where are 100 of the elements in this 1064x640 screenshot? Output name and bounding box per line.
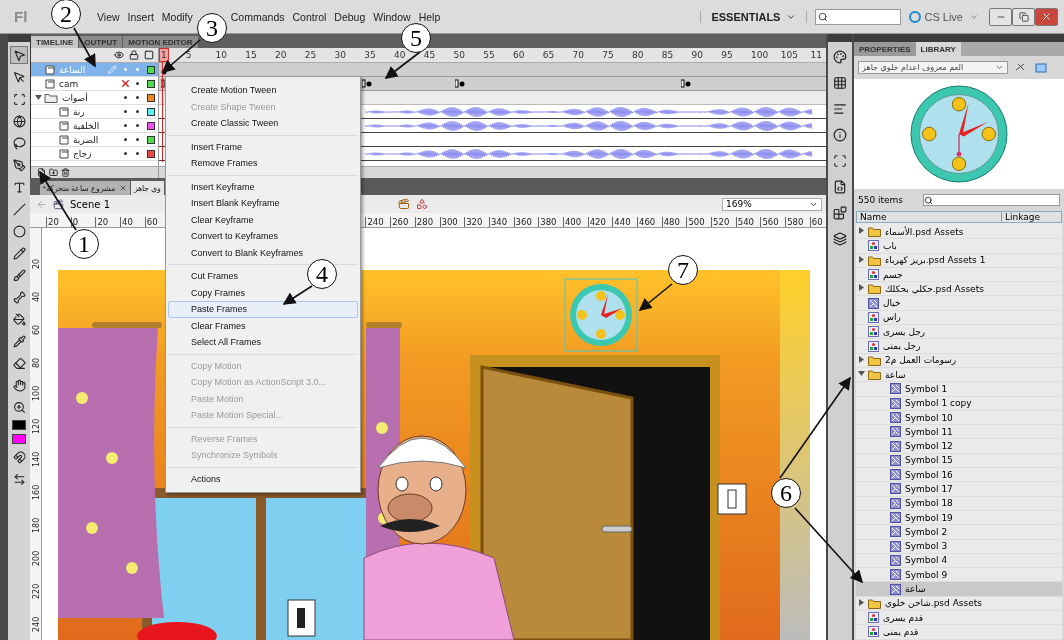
edit-symbols-icon[interactable] bbox=[416, 198, 428, 210]
library-item[interactable]: Symbol 17 bbox=[856, 482, 1062, 497]
menu-item[interactable]: Control bbox=[289, 9, 330, 24]
library-search-field[interactable] bbox=[923, 194, 1060, 206]
library-item[interactable]: شاحن خلوي.psd Assets bbox=[856, 596, 1062, 611]
transform-icon[interactable] bbox=[831, 152, 849, 170]
layers-icon[interactable] bbox=[831, 230, 849, 248]
library-item[interactable]: Symbol 19 bbox=[856, 510, 1062, 526]
hand-tool-icon[interactable] bbox=[10, 376, 28, 394]
panel-tab[interactable]: TIMELINE bbox=[31, 36, 79, 48]
library-item[interactable]: حكلي بحكلك.psd Assets bbox=[856, 282, 1062, 297]
library-item[interactable]: Symbol 18 bbox=[856, 496, 1062, 511]
library-item[interactable]: خيال bbox=[856, 296, 1062, 311]
menu-item[interactable]: Commands bbox=[227, 9, 288, 24]
library-item[interactable]: Symbol 1 bbox=[856, 382, 1062, 397]
context-menu-item[interactable]: Cut Frames bbox=[168, 268, 247, 285]
library-item[interactable]: ساعة bbox=[856, 582, 1062, 597]
layer-color-swatch[interactable] bbox=[147, 93, 155, 102]
help-search-field[interactable] bbox=[815, 8, 902, 25]
layer-color-swatch[interactable] bbox=[147, 79, 155, 88]
paint-bucket-icon[interactable] bbox=[10, 310, 28, 328]
info-icon[interactable] bbox=[831, 126, 849, 144]
new-folder-icon[interactable] bbox=[49, 168, 58, 177]
3d-rotation-icon[interactable] bbox=[10, 112, 28, 130]
column-header[interactable]: Linkage bbox=[1001, 212, 1061, 222]
brush-tool-icon[interactable] bbox=[10, 266, 28, 284]
library-item[interactable]: ساعة bbox=[856, 367, 1062, 383]
library-item[interactable]: راس bbox=[856, 310, 1062, 326]
layer-color-swatch[interactable] bbox=[147, 107, 155, 116]
cs-live-button[interactable]: CS Live bbox=[909, 10, 963, 23]
panel-tab[interactable]: LIBRARY bbox=[915, 42, 961, 56]
context-menu-item[interactable]: Insert Keyframe bbox=[168, 178, 264, 195]
lock-icon[interactable] bbox=[129, 50, 139, 60]
hidden-cross-icon[interactable] bbox=[119, 78, 131, 89]
pen-tool-icon[interactable] bbox=[10, 156, 28, 174]
lasso-icon[interactable] bbox=[10, 134, 28, 152]
layer-row[interactable]: رنة bbox=[31, 105, 158, 119]
context-menu-item[interactable]: Paste Frames bbox=[168, 301, 358, 318]
new-layer-icon[interactable] bbox=[37, 168, 46, 177]
library-item[interactable]: رسومات العمل م2 bbox=[856, 353, 1062, 368]
layer-row[interactable]: الخلفية bbox=[31, 119, 158, 133]
expand-triangle-icon[interactable] bbox=[858, 370, 865, 378]
layer-color-swatch[interactable] bbox=[147, 65, 155, 74]
selection-tool-icon[interactable] bbox=[10, 46, 28, 64]
magnet-icon[interactable] bbox=[10, 448, 28, 466]
menu-item[interactable]: Modify bbox=[158, 9, 196, 24]
library-item[interactable]: باب bbox=[856, 239, 1062, 254]
components-icon[interactable] bbox=[831, 204, 849, 222]
eye-icon[interactable] bbox=[114, 50, 124, 60]
library-item[interactable]: Symbol 2 bbox=[856, 525, 1062, 540]
library-item[interactable]: قدم يسرى bbox=[856, 611, 1062, 626]
library-item[interactable]: Symbol 1 copy bbox=[856, 396, 1062, 411]
palette-icon[interactable] bbox=[831, 48, 849, 66]
swatches-icon[interactable] bbox=[831, 74, 849, 92]
context-menu-item[interactable]: Copy Frames bbox=[168, 284, 254, 301]
zoom-dropdown[interactable]: 169% bbox=[722, 197, 822, 211]
expand-triangle-icon[interactable] bbox=[858, 255, 865, 263]
pencil-tool-icon[interactable] bbox=[10, 244, 28, 262]
menu-item[interactable]: Help bbox=[415, 9, 444, 24]
library-item[interactable]: Symbol 11 bbox=[856, 425, 1062, 440]
layer-row[interactable]: الضربة bbox=[31, 133, 158, 147]
context-menu-item[interactable]: Actions bbox=[168, 470, 230, 487]
menu-item[interactable]: Window bbox=[370, 9, 414, 24]
menu-item[interactable]: Debug bbox=[331, 9, 369, 24]
library-item[interactable]: Symbol 12 bbox=[856, 439, 1062, 454]
context-menu-item[interactable]: Insert Frame bbox=[168, 138, 251, 155]
oval-tool-icon[interactable] bbox=[10, 222, 28, 240]
library-item[interactable]: Symbol 15 bbox=[856, 453, 1062, 469]
context-menu-item[interactable]: Insert Blank Keyframe bbox=[168, 195, 289, 212]
context-menu-item[interactable]: Convert to Keyframes bbox=[168, 228, 288, 245]
library-item[interactable]: Symbol 3 bbox=[856, 539, 1062, 554]
library-item[interactable]: Symbol 16 bbox=[856, 468, 1062, 483]
library-item[interactable]: رجل يمنى bbox=[856, 339, 1062, 354]
panel-tab[interactable]: MOTION EDITOR bbox=[123, 36, 198, 48]
close-button[interactable] bbox=[1035, 7, 1058, 26]
outline-icon[interactable] bbox=[144, 50, 154, 60]
edit-scene-icon[interactable] bbox=[398, 198, 410, 210]
minimize-button[interactable] bbox=[989, 7, 1012, 26]
library-item[interactable]: قدم يمنى bbox=[856, 625, 1062, 640]
color-swatch[interactable] bbox=[12, 434, 26, 444]
library-item[interactable]: بريز كهرباء.psd Assets 1 bbox=[856, 253, 1062, 268]
color-swatch[interactable] bbox=[12, 420, 26, 430]
context-menu-item[interactable]: Remove Frames bbox=[168, 155, 267, 172]
context-menu-item[interactable]: Create Motion Tween bbox=[168, 82, 286, 99]
layer-color-swatch[interactable] bbox=[147, 121, 155, 130]
panel-tab[interactable]: OUTPUT bbox=[79, 36, 123, 48]
expand-triangle-icon[interactable] bbox=[858, 355, 865, 363]
library-item[interactable]: رجل يسرى bbox=[856, 325, 1062, 340]
library-item[interactable]: جسم bbox=[856, 267, 1062, 283]
layer-row[interactable]: أصوات bbox=[31, 91, 158, 105]
layer-row[interactable]: زجاج bbox=[31, 147, 158, 161]
layer-row[interactable]: cam bbox=[31, 77, 158, 91]
playhead[interactable]: 1 bbox=[159, 48, 169, 62]
library-document-dropdown[interactable]: العم معروف اعدام خلوي جاهز bbox=[858, 61, 1008, 74]
expand-triangle-icon[interactable] bbox=[858, 598, 865, 606]
menu-item[interactable]: View bbox=[94, 9, 123, 24]
column-header[interactable]: Name bbox=[857, 212, 1001, 222]
context-menu-item[interactable]: Select All Frames bbox=[168, 334, 271, 351]
layer-color-swatch[interactable] bbox=[147, 135, 155, 144]
restore-button[interactable] bbox=[1012, 7, 1035, 26]
